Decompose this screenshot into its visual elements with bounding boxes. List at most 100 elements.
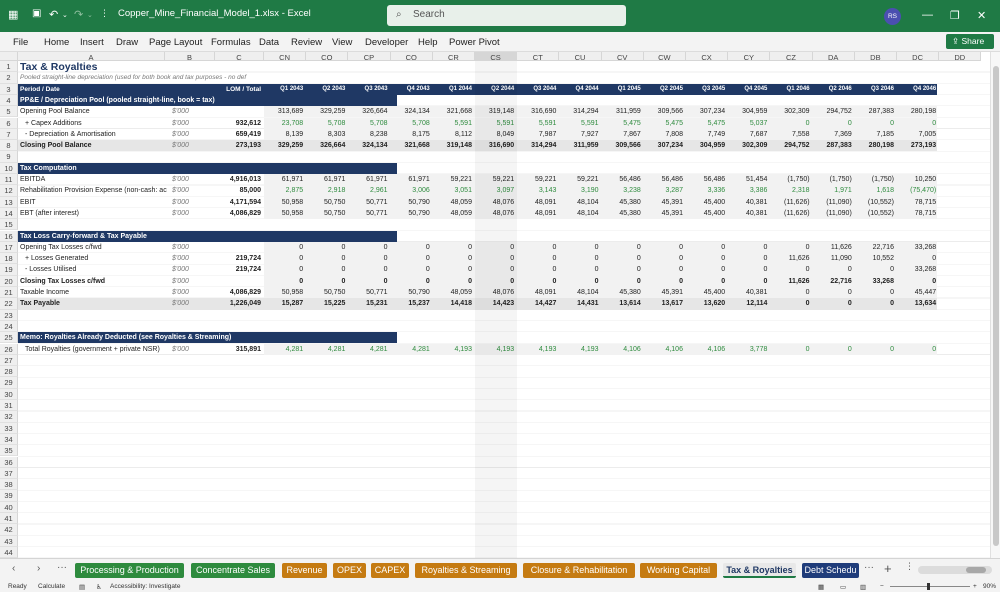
menu-draw[interactable]: Draw: [116, 37, 138, 48]
value-cell[interactable]: 50,771: [348, 287, 390, 298]
value-cell[interactable]: 7,987: [517, 129, 559, 140]
value-cell[interactable]: 0: [264, 276, 306, 287]
value-cell[interactable]: 8,139: [264, 129, 306, 140]
column-header-cs[interactable]: CS: [475, 52, 518, 61]
sheet-tab[interactable]: CAPEX: [371, 563, 409, 578]
value-cell[interactable]: 50,958: [264, 197, 306, 208]
customize-toolbar-icon[interactable]: ⋮: [100, 8, 109, 19]
value-cell[interactable]: 0: [348, 253, 390, 264]
minimize-icon[interactable]: —: [922, 9, 933, 21]
lom-total-cell[interactable]: [215, 276, 264, 287]
value-cell[interactable]: 45,400: [686, 208, 728, 219]
page-layout-icon[interactable]: ▭: [840, 583, 846, 591]
row-header-26[interactable]: 26: [0, 343, 18, 355]
value-cell[interactable]: (11,626): [770, 208, 812, 219]
value-cell[interactable]: 7,749: [686, 129, 728, 140]
value-cell[interactable]: 8,175: [391, 129, 433, 140]
column-header-cq[interactable]: CQ: [390, 52, 433, 61]
select-all-corner[interactable]: [0, 52, 18, 61]
column-header-cy[interactable]: CY: [728, 52, 771, 61]
value-cell[interactable]: (11,090): [813, 208, 855, 219]
value-cell[interactable]: 45,380: [602, 208, 644, 219]
row-header-2[interactable]: 2: [0, 72, 18, 84]
value-cell[interactable]: (1,750): [813, 174, 855, 185]
value-cell[interactable]: 0: [728, 242, 770, 253]
value-cell[interactable]: 309,566: [602, 140, 644, 151]
value-cell[interactable]: 5,591: [517, 118, 559, 129]
value-cell[interactable]: 50,958: [264, 208, 306, 219]
value-cell[interactable]: 0: [644, 264, 686, 275]
zoom-in-icon[interactable]: +: [973, 583, 977, 590]
row-header-43[interactable]: 43: [0, 535, 18, 547]
value-cell[interactable]: 5,475: [602, 118, 644, 129]
value-cell[interactable]: 0: [264, 264, 306, 275]
row-header-40[interactable]: 40: [0, 501, 18, 513]
lom-total-cell[interactable]: [215, 106, 264, 117]
value-cell[interactable]: 324,134: [348, 140, 390, 151]
row-header-16[interactable]: 16: [0, 230, 18, 242]
value-cell[interactable]: 4,281: [391, 344, 433, 355]
value-cell[interactable]: 0: [897, 253, 939, 264]
value-cell[interactable]: 51,454: [728, 174, 770, 185]
value-cell[interactable]: 7,927: [559, 129, 601, 140]
row-header-18[interactable]: 18: [0, 253, 18, 265]
value-cell[interactable]: 13,617: [644, 298, 686, 309]
value-cell[interactable]: 13,634: [897, 298, 939, 309]
value-cell[interactable]: 8,303: [306, 129, 348, 140]
h-scroll-thumb[interactable]: [966, 567, 986, 573]
value-cell[interactable]: 33,268: [897, 264, 939, 275]
menu-home[interactable]: Home: [44, 37, 69, 48]
value-cell[interactable]: 1,618: [855, 185, 897, 196]
value-cell[interactable]: 10,552: [855, 253, 897, 264]
sheet-tab[interactable]: Processing & Production: [75, 563, 184, 578]
value-cell[interactable]: 0: [728, 253, 770, 264]
row-header-36[interactable]: 36: [0, 456, 18, 468]
value-cell[interactable]: 294,752: [813, 106, 855, 117]
value-cell[interactable]: 0: [644, 242, 686, 253]
sheet-tab[interactable]: Revenue: [282, 563, 327, 578]
value-cell[interactable]: 0: [813, 118, 855, 129]
value-cell[interactable]: 61,971: [264, 174, 306, 185]
column-header-da[interactable]: DA: [812, 52, 855, 61]
sheet-tab[interactable]: Concentrate Sales: [191, 563, 275, 578]
value-cell[interactable]: 280,198: [897, 106, 939, 117]
value-cell[interactable]: 11,626: [813, 242, 855, 253]
scroll-right-icon[interactable]: ›: [37, 563, 40, 574]
value-cell[interactable]: 0: [306, 242, 348, 253]
value-cell[interactable]: 0: [855, 344, 897, 355]
value-cell[interactable]: 5,708: [348, 118, 390, 129]
value-cell[interactable]: 2,875: [264, 185, 306, 196]
menu-view[interactable]: View: [332, 37, 352, 48]
value-cell[interactable]: 304,959: [686, 140, 728, 151]
row-header-44[interactable]: 44: [0, 546, 18, 558]
lom-total-cell[interactable]: 4,171,594: [215, 197, 264, 208]
value-cell[interactable]: 14,427: [517, 298, 559, 309]
value-cell[interactable]: 0: [391, 242, 433, 253]
lom-total-cell[interactable]: 4,086,829: [215, 208, 264, 219]
value-cell[interactable]: 4,193: [517, 344, 559, 355]
sheet-tab[interactable]: Debt Schedu: [802, 563, 859, 578]
more-tabs-icon[interactable]: ···: [864, 562, 874, 573]
value-cell[interactable]: 280,198: [855, 140, 897, 151]
row-header-4[interactable]: 4: [0, 94, 18, 107]
value-cell[interactable]: 0: [813, 298, 855, 309]
value-cell[interactable]: 0: [559, 276, 601, 287]
value-cell[interactable]: 0: [348, 242, 390, 253]
value-cell[interactable]: 45,391: [644, 208, 686, 219]
value-cell[interactable]: 13,614: [602, 298, 644, 309]
value-cell[interactable]: 56,486: [602, 174, 644, 185]
lom-total-cell[interactable]: 4,086,829: [215, 287, 264, 298]
value-cell[interactable]: 59,221: [517, 174, 559, 185]
value-cell[interactable]: 326,664: [348, 106, 390, 117]
value-cell[interactable]: 0: [433, 242, 475, 253]
value-cell[interactable]: 48,104: [559, 197, 601, 208]
value-cell[interactable]: 329,259: [306, 106, 348, 117]
value-cell[interactable]: 3,006: [391, 185, 433, 196]
lom-total-cell[interactable]: 273,193: [215, 140, 264, 151]
value-cell[interactable]: 40,381: [728, 287, 770, 298]
value-cell[interactable]: 56,486: [644, 174, 686, 185]
value-cell[interactable]: 0: [517, 276, 559, 287]
lom-total-cell[interactable]: [215, 242, 264, 253]
value-cell[interactable]: 0: [306, 276, 348, 287]
undo-dropdown-icon[interactable]: ⌄: [62, 11, 68, 19]
